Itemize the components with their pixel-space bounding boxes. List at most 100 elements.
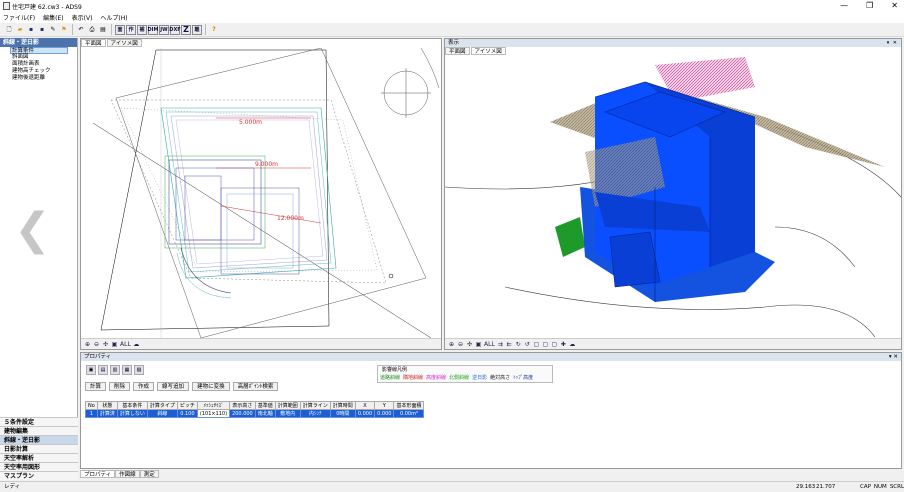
z-button[interactable]: Z [181, 24, 191, 35]
prop-tool-5-icon[interactable]: ▧ [134, 365, 144, 375]
nav-group-slope-shadow[interactable]: 斜線・逆日影 [0, 435, 78, 444]
table-cell[interactable]: 敷地内 [274, 409, 301, 418]
table-cell[interactable]: 計算済 [96, 409, 118, 418]
column-header[interactable]: 基本条件 [116, 401, 148, 410]
tab-measure[interactable]: 測定 [139, 470, 159, 478]
prop-tool-1-icon[interactable]: ▣ [86, 365, 96, 375]
close-button[interactable]: ✕ [891, 0, 898, 12]
properties-controls[interactable]: ▾ ✕ [889, 353, 898, 361]
nav-item-height-check[interactable]: 建物高チェック [0, 68, 77, 75]
zoom-window-icon[interactable]: ▣ [475, 341, 482, 348]
zoom-window-icon[interactable]: ▣ [111, 341, 118, 348]
nav-item-area-table[interactable]: 面積計画表 [0, 61, 77, 68]
nav-item-slope-view[interactable]: 斜面図 [0, 54, 77, 61]
table-cell[interactable]: 計算しない [116, 409, 148, 418]
table-cell[interactable]: 南北軸 [254, 409, 276, 418]
zoom-in-icon[interactable]: ⊕ [448, 341, 455, 348]
delete-button[interactable]: 削除 [109, 382, 131, 391]
edit-icon[interactable]: ✎ [48, 25, 58, 35]
table-cell[interactable]: 斜線 [146, 409, 178, 418]
collapse-chevron-icon[interactable]: ❮ [14, 208, 51, 252]
tab-isometric-right[interactable]: アイソメ図 [470, 47, 506, 55]
pan-icon[interactable]: ✣ [102, 341, 109, 348]
view-options-icon[interactable]: ☁ [569, 341, 576, 348]
calculate-button[interactable]: 計算 [85, 382, 107, 391]
view-box-3-icon[interactable]: ▢ [551, 341, 558, 348]
menu-help[interactable]: ヘルプ(H) [100, 13, 127, 22]
rotate-right-icon[interactable]: ⇇ [506, 341, 513, 348]
prop-tool-2-icon[interactable]: ▤ [98, 365, 108, 375]
zoom-out-icon[interactable]: ⊖ [457, 341, 464, 348]
print-icon[interactable]: ⎙ [87, 25, 97, 35]
mode-create-button[interactable]: 作 [126, 24, 136, 35]
column-header[interactable]: Y [374, 401, 395, 410]
distance-button[interactable]: 離 [192, 24, 202, 35]
table-cell[interactable]: (101×110) [196, 409, 231, 418]
tab-plan-right[interactable]: 平面図 [445, 47, 470, 55]
table-cell[interactable]: 1 [85, 409, 98, 418]
pan-icon[interactable]: ✣ [466, 341, 473, 348]
zoom-all-button[interactable]: ALL [120, 341, 131, 348]
preview-icon[interactable]: ▤ [98, 25, 108, 35]
nav-item-setback[interactable]: 建物後退距離 [0, 75, 77, 82]
tab-properties[interactable]: プロパティ [80, 470, 116, 478]
maximize-button[interactable]: ❐ [866, 0, 873, 12]
tab-drawing-lines[interactable]: 作図線 [115, 470, 140, 478]
iso-3d-canvas[interactable] [445, 57, 901, 337]
nav-group-sky-shapes[interactable]: 天空率用図形 [0, 462, 78, 471]
column-header[interactable]: 計算タイプ [146, 401, 178, 410]
open-folder-icon[interactable]: ▰ [15, 25, 25, 35]
convert-to-building-button[interactable]: 建物に変換 [192, 382, 230, 391]
tab-plan[interactable]: 平面図 [81, 39, 106, 47]
rotate-ccw-icon[interactable]: ↺ [524, 341, 531, 348]
table-cell[interactable]: 0.00m² [393, 409, 425, 418]
column-header[interactable]: X [354, 401, 376, 410]
undo-icon[interactable]: ↶ [76, 25, 86, 35]
prop-tool-3-icon[interactable]: ▥ [110, 365, 120, 375]
search-high-point-button[interactable]: 高層ﾎﾟｲﾝﾄ検索 [232, 382, 279, 391]
view-box-2-icon[interactable]: ▢ [542, 341, 549, 348]
column-header[interactable]: No [85, 401, 98, 410]
table-cell[interactable]: 内ｼﾝﾁ [299, 409, 331, 418]
column-header[interactable]: 計算範囲 [274, 401, 301, 410]
dim-button[interactable]: DIM [148, 24, 159, 35]
rotate-left-icon[interactable]: ⇉ [497, 341, 504, 348]
menu-view[interactable]: 表示(V) [72, 13, 93, 22]
save-all-icon[interactable]: ▪ [37, 25, 47, 35]
nav-item-calc-conditions[interactable]: 計算条件 [10, 47, 68, 54]
column-header[interactable]: 基本形面積 [393, 401, 425, 410]
new-file-icon[interactable]: 🗋 [4, 25, 14, 35]
iso-pane-controls[interactable]: ▾ ✕ [887, 39, 898, 47]
mode-aux-button[interactable]: 補 [137, 24, 147, 35]
view-box-1-icon[interactable]: ▢ [533, 341, 540, 348]
column-header[interactable]: 計算ライン [299, 401, 331, 410]
nav-group-conditions[interactable]: ５条件設定 [0, 417, 78, 426]
menu-file[interactable]: ファイル(F) [3, 13, 35, 22]
flag-icon[interactable]: ⚑ [59, 25, 69, 35]
zoom-out-icon[interactable]: ⊖ [93, 341, 100, 348]
plan-drawing-canvas[interactable]: 5.000m 9.000m 12.000m [81, 48, 441, 338]
tab-isometric[interactable]: アイソメ図 [106, 39, 142, 47]
table-cell[interactable]: 0.000 [374, 409, 395, 418]
table-row[interactable]: 1 計算済 計算しない 斜線 0.100 (101×110) 200.000 南北軸 敷地内 内ｼ… [85, 409, 425, 418]
prop-tool-4-icon[interactable]: ▦ [122, 365, 132, 375]
add-line-button[interactable]: 線写追加 [157, 382, 190, 391]
rotate-cw-icon[interactable]: ↻ [515, 341, 522, 348]
mode-plane-button[interactable]: 面 [115, 24, 125, 35]
nav-group-mass-plan[interactable]: マスプラン [0, 471, 78, 480]
minimize-button[interactable]: — [840, 0, 848, 12]
column-header[interactable]: 状態 [96, 401, 118, 410]
table-cell[interactable]: 200.000 [229, 409, 256, 418]
nav-group-shadow-calc[interactable]: 日影計算 [0, 444, 78, 453]
column-header[interactable]: ﾒｯｼｭｻｲｽﾞ [196, 401, 231, 410]
column-header[interactable]: 計算時間 [329, 401, 356, 410]
nav-group-sky-analysis[interactable]: 天空率解析 [0, 453, 78, 462]
view-options-icon[interactable]: ☁ [133, 341, 140, 348]
table-cell[interactable]: 0.100 [176, 409, 198, 418]
save-icon[interactable]: ▪ [26, 25, 36, 35]
table-cell[interactable]: 0時間 [329, 409, 356, 418]
jw-button[interactable]: JW [159, 24, 169, 35]
dxf-button[interactable]: DXF [169, 24, 181, 35]
zoom-in-icon[interactable]: ⊕ [84, 341, 91, 348]
column-header[interactable]: ピッチ [176, 401, 198, 410]
